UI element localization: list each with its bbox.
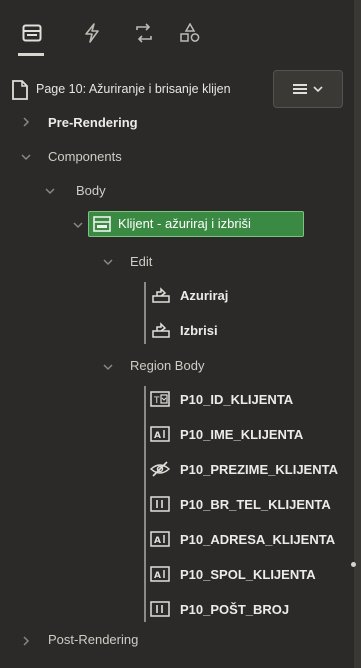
item-p10-prezime-klijenta[interactable]: P10_PREZIME_KLIJENTA (180, 462, 338, 477)
text-field-icon: A (150, 529, 170, 549)
tree-pre-rendering[interactable]: Pre-Rendering (48, 115, 138, 130)
item-p10-id-klijenta[interactable]: P10_ID_KLIJENTA (180, 392, 293, 407)
chevron-right-icon[interactable] (20, 635, 32, 647)
number-field-icon (150, 599, 170, 619)
splitter-handle[interactable] (351, 562, 356, 567)
button-azuriraj[interactable]: Azuriraj (180, 288, 228, 303)
chevron-down-icon[interactable] (20, 151, 32, 163)
chevron-right-icon[interactable] (20, 116, 32, 128)
tree-body[interactable]: Body (76, 183, 106, 198)
rendering-tree-panel: Page 10: Ažuriranje i brisanje klijen Pr… (0, 0, 354, 668)
chevron-down-icon[interactable] (72, 219, 84, 231)
item-p10-br-tel-klijenta[interactable]: P10_BR_TEL_KLIJENTA (180, 497, 331, 512)
shared-components-icon[interactable] (178, 22, 202, 44)
item-p10-post-broj[interactable]: P10_POŠT_BROJ (180, 602, 289, 617)
button-izbrisi[interactable]: Izbrisi (180, 323, 218, 338)
button-icon (151, 285, 171, 305)
toolbar (0, 0, 354, 64)
group-line (144, 386, 146, 622)
dynamic-actions-icon[interactable] (80, 22, 104, 44)
text-field-icon: A (150, 424, 170, 444)
hidden-item-icon (150, 459, 170, 479)
processing-icon[interactable] (132, 22, 156, 44)
chevron-down-icon[interactable] (44, 185, 56, 197)
region-label: Klijent - ažuriraj i izbriši (118, 216, 251, 231)
page-menu-button[interactable] (273, 70, 343, 108)
tree-region-body[interactable]: Region Body (130, 358, 204, 373)
tree-components[interactable]: Components (48, 149, 122, 164)
page-title: Page 10: Ažuriranje i brisanje klijen (36, 82, 231, 96)
region-icon (92, 214, 112, 234)
item-p10-ime-klijenta[interactable]: P10_IME_KLIJENTA (180, 427, 303, 442)
chevron-down-icon[interactable] (102, 361, 114, 373)
svg-text:A: A (154, 571, 161, 581)
chevron-down-icon[interactable] (102, 256, 114, 268)
tree-edit[interactable]: Edit (130, 254, 152, 269)
select-list-icon: T (150, 389, 170, 409)
item-p10-adresa-klijenta[interactable]: P10_ADRESA_KLIJENTA (180, 532, 335, 547)
text-field-icon: A (150, 564, 170, 584)
button-icon (151, 320, 171, 340)
rendering-tree-icon[interactable] (20, 22, 44, 44)
hamburger-menu-icon (293, 83, 323, 95)
item-p10-spol-klijenta[interactable]: P10_SPOL_KLIJENTA (180, 567, 316, 582)
svg-text:T: T (153, 396, 160, 406)
svg-text:A: A (154, 431, 161, 441)
page-icon (10, 80, 30, 100)
tree-post-rendering[interactable]: Post-Rendering (48, 632, 138, 647)
svg-text:A: A (154, 536, 161, 546)
number-field-icon (150, 494, 170, 514)
chevron-down-icon (313, 85, 323, 92)
active-tab-indicator (18, 53, 44, 56)
group-line (144, 282, 146, 344)
panel-splitter[interactable] (354, 0, 361, 668)
